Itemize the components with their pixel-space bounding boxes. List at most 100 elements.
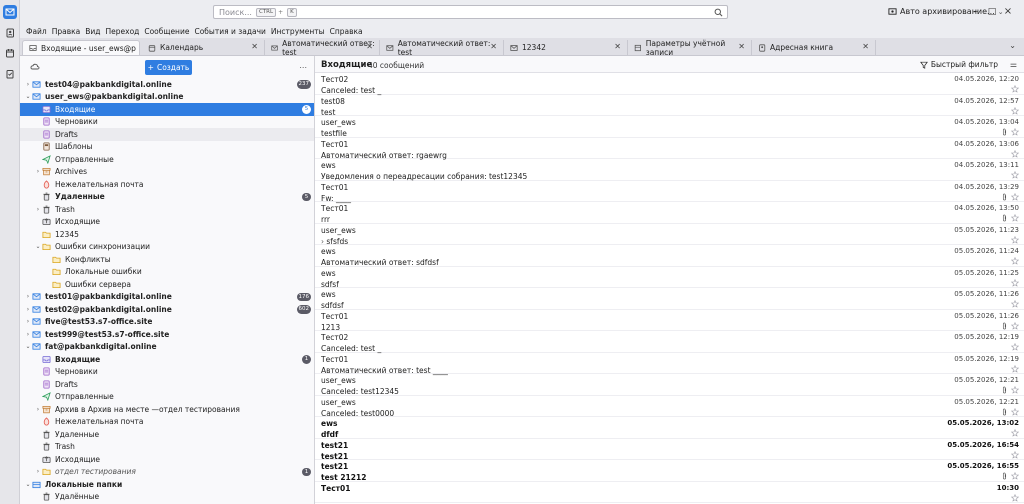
folder-tree-item[interactable]: Trash xyxy=(20,441,314,454)
message-row[interactable]: Тест01 10:30 xyxy=(315,482,1024,503)
star-icon[interactable] xyxy=(1011,257,1019,265)
message-row[interactable]: Тест01 04.05.2026, 13:50 rrr xyxy=(315,202,1024,224)
message-row[interactable]: Тест01 05.05.2026, 11:26 1213 xyxy=(315,310,1024,332)
close-tab-icon[interactable]: ✕ xyxy=(366,42,373,51)
expand-twisty-icon[interactable]: › xyxy=(24,81,32,88)
menu-go[interactable]: Переход xyxy=(106,27,140,36)
folder-tree-item[interactable]: Входящие 5 xyxy=(20,103,314,116)
list-options-icon[interactable]: ⚌ xyxy=(1010,60,1017,69)
maximize-button[interactable]: □ xyxy=(986,6,998,18)
search-icon[interactable] xyxy=(714,8,723,17)
folder-tree-item[interactable]: Нежелательная почта xyxy=(20,178,314,191)
tab-calendar[interactable]: Календарь ✕ xyxy=(142,40,265,55)
message-row[interactable]: test21 05.05.2026, 16:54 test21 xyxy=(315,439,1024,461)
tab-account-settings[interactable]: Параметры учётной записи ✕ xyxy=(628,39,752,57)
message-row[interactable]: Тест01 04.05.2026, 13:06 Автоматический от… xyxy=(315,138,1024,160)
menu-file[interactable]: Файл xyxy=(26,27,47,36)
message-row[interactable]: ews 05.05.2026, 11:25 sdfsf xyxy=(315,267,1024,289)
tasks-space-icon[interactable] xyxy=(3,67,17,81)
star-icon[interactable] xyxy=(1011,493,1019,502)
global-search-input[interactable]: Поиск... CTRL + K xyxy=(213,5,728,19)
calendar-space-icon[interactable] xyxy=(3,46,17,60)
expand-twisty-icon[interactable]: ⌄ xyxy=(24,343,32,350)
folder-tree-item[interactable]: › отдел тестирования 1 xyxy=(20,466,314,479)
folder-tree-item[interactable]: › Trash xyxy=(20,203,314,216)
close-window-button[interactable]: × xyxy=(1002,6,1014,18)
folder-tree-account[interactable]: ⌄ user_ews@pakbankdigital.online xyxy=(20,91,314,104)
message-row[interactable]: ews 05.05.2026, 13:02 dfdf xyxy=(315,417,1024,439)
folder-tree-item[interactable]: Отправленные xyxy=(20,391,314,404)
folder-tree-item[interactable]: Ошибки сервера xyxy=(20,278,314,291)
star-icon[interactable] xyxy=(1011,343,1019,351)
star-icon[interactable] xyxy=(1011,235,1019,244)
folder-tree-account[interactable]: › five@test53.s7-office.site xyxy=(20,316,314,329)
folder-tree-item[interactable]: Черновики xyxy=(20,116,314,129)
tab-auto-reply-2[interactable]: Автоматический ответ: test ✕ xyxy=(380,39,504,57)
menu-view[interactable]: Вид xyxy=(85,27,100,36)
mail-space-icon[interactable] xyxy=(3,5,17,19)
quick-filter-button[interactable]: Быстрый фильтр xyxy=(919,60,998,69)
folder-tree-item[interactable]: Отправленные xyxy=(20,153,314,166)
star-icon[interactable] xyxy=(1011,214,1019,222)
menu-help[interactable]: Справка xyxy=(330,27,363,36)
folder-tree-item[interactable]: Удаленные 5 xyxy=(20,191,314,204)
star-icon[interactable] xyxy=(1011,171,1019,179)
close-tab-icon[interactable]: ✕ xyxy=(862,42,869,51)
expand-twisty-icon[interactable]: › xyxy=(24,293,32,300)
message-row[interactable]: user_ews 05.05.2026, 12:21 Canceled: test0… xyxy=(315,396,1024,418)
message-row[interactable]: user_ews05.05.2026, 11:23sfsfds xyxy=(315,224,1024,246)
minimize-button[interactable]: – xyxy=(970,6,982,18)
message-row[interactable]: ews 05.05.2026, 11:24 Автоматический ответ… xyxy=(315,245,1024,267)
star-icon[interactable] xyxy=(1011,450,1019,459)
star-icon[interactable] xyxy=(1011,472,1019,480)
message-row[interactable]: ews 05.05.2026, 11:26 sdfdsf xyxy=(315,288,1024,310)
tab-12342[interactable]: 12342 ✕ xyxy=(504,40,628,55)
menu-edit[interactable]: Правка xyxy=(52,27,81,36)
close-tab-icon[interactable]: ✕ xyxy=(490,42,497,51)
folder-tree-item[interactable]: ⌄ Ошибки синхронизации xyxy=(20,241,314,254)
star-icon[interactable] xyxy=(1011,192,1019,201)
menu-message[interactable]: Сообщение xyxy=(144,27,189,36)
folder-tree-item[interactable]: 12345 xyxy=(20,228,314,241)
address-book-space-icon[interactable] xyxy=(3,26,17,40)
menu-events-tasks[interactable]: События и задачи xyxy=(194,27,265,36)
folder-tree-item[interactable]: Удалённые xyxy=(20,491,314,504)
menu-tools[interactable]: Инструменты xyxy=(271,27,325,36)
folder-tree-account[interactable]: › test01@pakbankdigital.online 176 xyxy=(20,291,314,304)
folder-tree-item[interactable]: Входящие 1 xyxy=(20,353,314,366)
message-row[interactable]: user_ews 05.05.2026, 12:21 Canceled: test1… xyxy=(315,374,1024,396)
star-icon[interactable] xyxy=(1011,429,1019,437)
close-tab-icon[interactable]: ✕ xyxy=(738,42,745,51)
folder-tree-account[interactable]: › test999@test53.s7-office.site xyxy=(20,328,314,341)
star-icon[interactable] xyxy=(1011,85,1019,93)
message-row[interactable]: user_ews 04.05.2026, 13:04 testfile xyxy=(315,116,1024,138)
expand-twisty-icon[interactable]: › xyxy=(34,468,42,475)
folder-tree-item[interactable]: Удаленные xyxy=(20,428,314,441)
close-tab-icon[interactable]: ✕ xyxy=(251,42,258,51)
expand-twisty-icon[interactable]: › xyxy=(24,331,32,338)
expand-twisty-icon[interactable]: › xyxy=(24,318,32,325)
expand-twisty-icon[interactable]: ⌄ xyxy=(24,93,32,100)
folder-tree-item[interactable]: Нежелательная почта xyxy=(20,416,314,429)
tab-list-chevron-icon[interactable]: ⌄ xyxy=(1009,41,1016,50)
star-icon[interactable] xyxy=(1011,149,1019,158)
expand-twisty-icon[interactable]: › xyxy=(24,306,32,313)
folder-tree-item[interactable]: Drafts xyxy=(20,378,314,391)
folder-tree-item[interactable]: Черновики xyxy=(20,366,314,379)
expand-twisty-icon[interactable]: › xyxy=(34,406,42,413)
message-row[interactable]: Тест01 04.05.2026, 13:29 Fw: ____ xyxy=(315,181,1024,203)
star-icon[interactable] xyxy=(1011,386,1019,394)
folder-pane-menu-icon[interactable]: ... xyxy=(299,61,307,70)
folder-tree-account[interactable]: ⌄ Локальные папки xyxy=(20,478,314,491)
message-row[interactable]: test08 04.05.2026, 12:57 test xyxy=(315,95,1024,117)
star-icon[interactable] xyxy=(1011,407,1019,416)
message-row[interactable]: test21 05.05.2026, 16:55 test 21212 xyxy=(315,460,1024,482)
message-row[interactable]: Тест01 05.05.2026, 12:19 Автоматический от… xyxy=(315,353,1024,375)
tab-auto-reply-1[interactable]: Автоматический ответ: test ✕ xyxy=(265,39,380,57)
folder-tree-item[interactable]: › Archives xyxy=(20,166,314,179)
star-icon[interactable] xyxy=(1011,128,1019,136)
message-row[interactable]: Тест02 05.05.2026, 12:19 Canceled: test _ xyxy=(315,331,1024,353)
folder-tree-account[interactable]: › test04@pakbankdigital.online 237 xyxy=(20,78,314,91)
expand-twisty-icon[interactable]: › xyxy=(34,168,42,175)
expand-twisty-icon[interactable]: ⌄ xyxy=(34,243,42,250)
